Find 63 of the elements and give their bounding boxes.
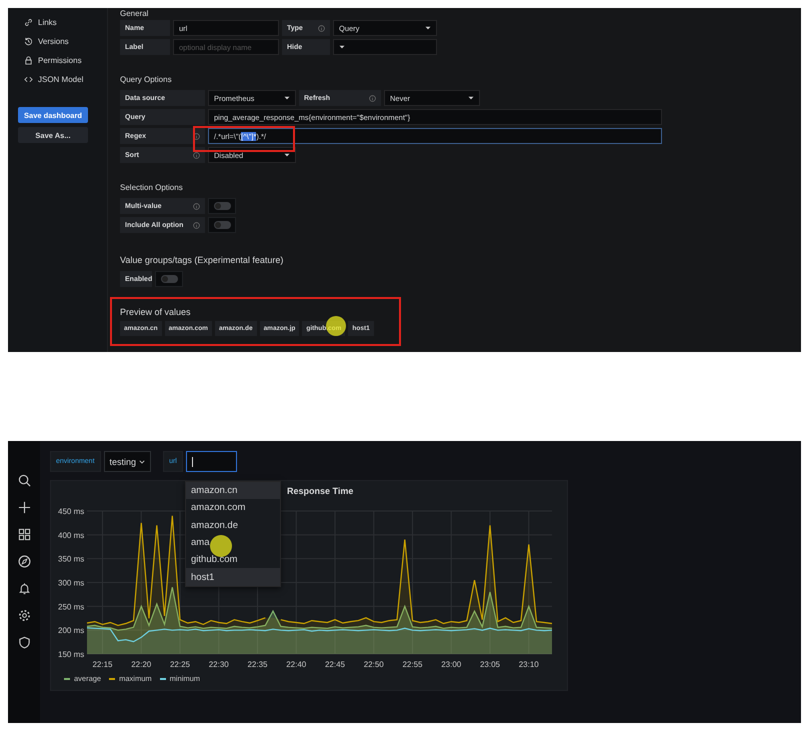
x-tick-label: 22:25 xyxy=(170,660,190,669)
sidebar-item[interactable]: Permissions xyxy=(8,51,107,70)
sidebar-item[interactable]: Versions xyxy=(8,32,107,51)
y-tick-label: 400 ms xyxy=(58,530,84,540)
dropdown-item[interactable]: github.com xyxy=(186,551,280,568)
x-tick-label: 22:35 xyxy=(247,660,268,669)
section-heading: Value groups/tags (Experimental feature) xyxy=(120,255,284,265)
link-icon xyxy=(24,18,33,27)
section-heading: General xyxy=(120,9,150,19)
toggle-switch[interactable] xyxy=(214,221,230,229)
grid-icon[interactable] xyxy=(18,528,30,541)
shield-icon[interactable] xyxy=(18,636,30,649)
dropdown-item[interactable]: amazon.de xyxy=(186,516,280,534)
toggle-switch[interactable] xyxy=(214,202,230,210)
caret-icon xyxy=(284,96,290,100)
y-tick-label: 150 ms xyxy=(58,650,84,659)
panel-title: Response Time xyxy=(287,486,354,496)
x-tick-label: 22:55 xyxy=(402,660,423,669)
y-tick-label: 350 ms xyxy=(58,554,84,564)
gear-icon[interactable] xyxy=(18,609,30,622)
info-icon xyxy=(193,202,200,210)
y-tick-label: 200 ms xyxy=(58,626,84,636)
info-icon xyxy=(193,152,200,158)
dropdown-item[interactable]: amazon.com xyxy=(186,499,280,517)
x-tick-label: 22:45 xyxy=(324,660,346,669)
x-tick-label: 22:50 xyxy=(364,660,384,669)
history-icon xyxy=(24,37,33,46)
x-tick-label: 23:05 xyxy=(480,660,500,669)
variable-select[interactable]: testing xyxy=(104,451,152,472)
compass-icon[interactable] xyxy=(18,555,30,568)
variable-input[interactable] xyxy=(186,451,237,472)
code-icon xyxy=(24,75,33,84)
toggle-switch[interactable] xyxy=(160,275,178,283)
sidebar-item[interactable]: Links xyxy=(8,13,107,32)
x-tick-label: 23:10 xyxy=(518,660,539,669)
x-tick-label: 22:40 xyxy=(286,660,306,669)
search-icon[interactable] xyxy=(18,474,30,487)
plus-icon[interactable] xyxy=(18,501,30,514)
bell-icon[interactable] xyxy=(18,582,30,595)
info-icon xyxy=(193,132,200,140)
dropdown-item[interactable]: ama xyxy=(186,534,280,552)
x-tick-label: 23:00 xyxy=(441,660,462,669)
y-tick-label: 250 ms xyxy=(58,602,84,612)
dropdown-item[interactable]: host1 xyxy=(186,568,280,586)
y-tick-label: 450 ms xyxy=(58,507,84,516)
info-icon xyxy=(369,94,376,102)
caret-icon xyxy=(284,153,290,157)
section-heading: Query Options xyxy=(120,75,173,85)
info-icon xyxy=(193,222,200,228)
caret-icon xyxy=(468,96,474,100)
chevron-down-icon xyxy=(139,460,146,464)
info-icon xyxy=(318,24,325,32)
x-tick-label: 22:15 xyxy=(92,660,113,669)
section-heading: Selection Options xyxy=(120,183,184,193)
caret-icon xyxy=(425,26,431,30)
section-heading: Preview of values xyxy=(120,307,192,317)
x-tick-label: 22:20 xyxy=(131,660,152,669)
x-tick-label: 22:30 xyxy=(208,660,229,669)
dropdown-item[interactable]: amazon.cn xyxy=(186,482,280,500)
caret-icon xyxy=(339,45,345,49)
sidebar-item[interactable]: JSON Model xyxy=(8,70,107,89)
y-tick-label: 300 ms xyxy=(58,578,84,588)
lock-icon xyxy=(24,56,33,65)
